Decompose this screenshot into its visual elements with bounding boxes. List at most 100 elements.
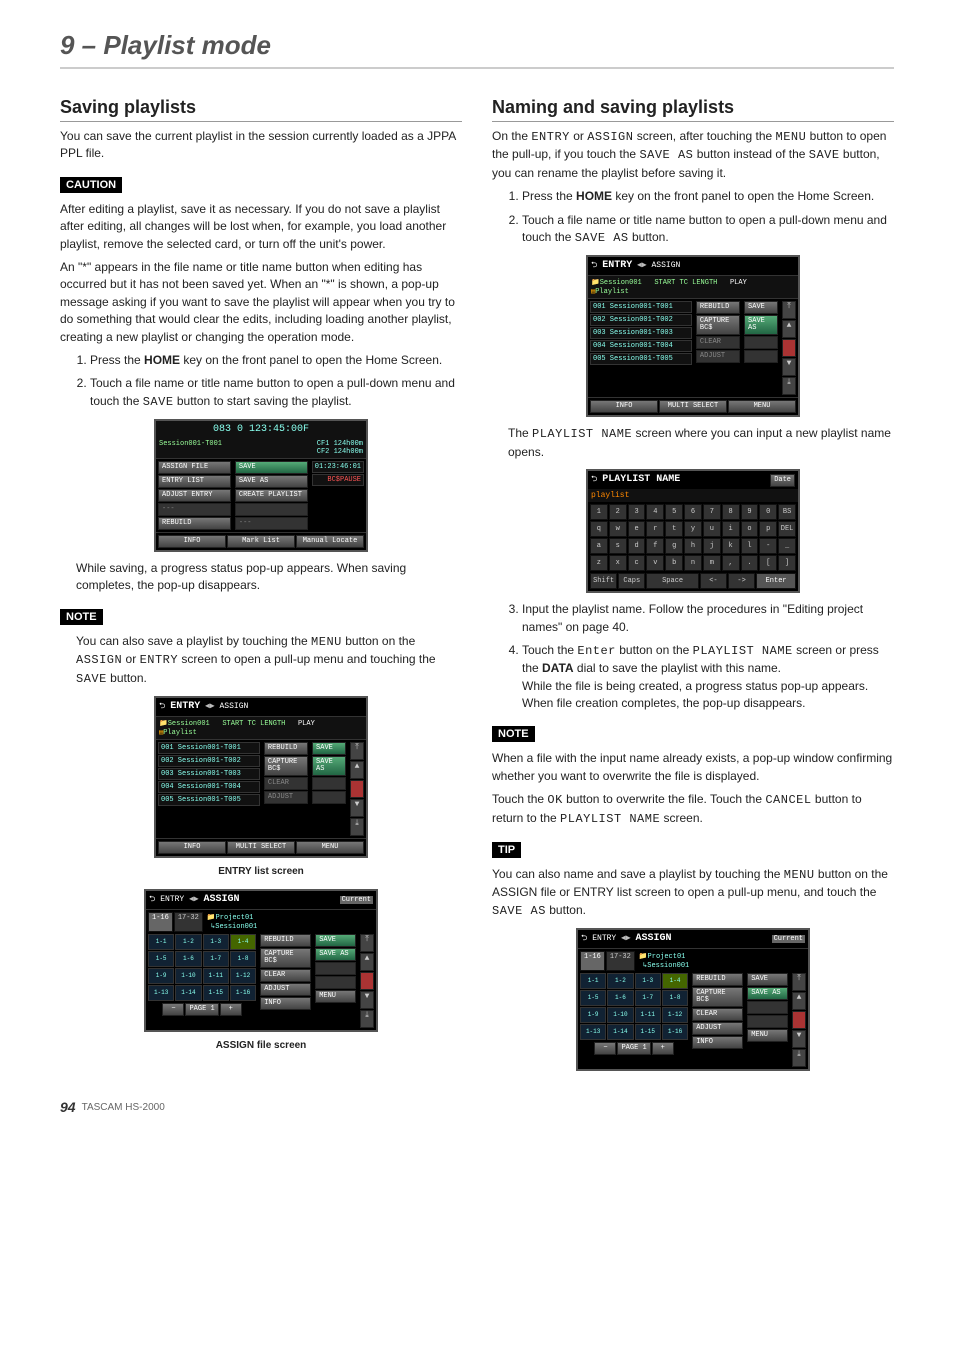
kbd-key[interactable]: o (741, 521, 759, 537)
kbd-key[interactable]: n (684, 555, 702, 571)
hs-create-pl[interactable]: CREATE PLAYLIST (235, 489, 308, 502)
kbd-key[interactable]: v (646, 555, 664, 571)
kbd-key[interactable]: e (628, 521, 646, 537)
kbd-key[interactable]: . (741, 555, 759, 571)
assign-menu[interactable]: MENU (315, 990, 356, 1003)
kbd-key[interactable]: s (609, 538, 627, 554)
kbd-key[interactable]: f (646, 538, 664, 554)
assign-cell[interactable]: 1-1 (148, 934, 174, 950)
assign-cell[interactable]: 1-14 (175, 985, 201, 1001)
scroll-thumb[interactable] (350, 780, 364, 798)
entry-row[interactable]: 003 Session001-T003 (590, 327, 692, 339)
hs-adjust-entry[interactable]: ADJUST ENTRY (158, 489, 231, 502)
hs-save[interactable]: SAVE (235, 461, 308, 474)
assign-cell[interactable]: 1-4 (230, 934, 256, 950)
kbd-key[interactable]: t (665, 521, 683, 537)
entry-row[interactable]: 004 Session001-T004 (590, 340, 692, 352)
kbd-key[interactable]: 9 (741, 504, 759, 520)
hs-save-as[interactable]: SAVE AS (235, 475, 308, 488)
scroll-bottom-icon[interactable]: ⤓ (360, 1010, 374, 1028)
kbd-key[interactable]: z (590, 555, 608, 571)
scroll-bottom-icon[interactable]: ⤓ (350, 818, 364, 836)
page-prev-icon[interactable]: − (162, 1003, 184, 1016)
entry-menu[interactable]: MENU (296, 841, 364, 854)
kbd-key[interactable]: - (759, 538, 777, 554)
scroll-down-icon[interactable]: ▼ (782, 358, 796, 376)
kbd-key[interactable]: _ (778, 538, 796, 554)
kbd-key[interactable]: r (646, 521, 664, 537)
kbd-space[interactable]: Space (646, 573, 698, 589)
kbd-key[interactable]: a (590, 538, 608, 554)
entry-adjust[interactable]: ADJUST (264, 791, 308, 804)
kbd-left-icon[interactable]: <- (700, 573, 727, 589)
tab-1-16[interactable]: 1-16 (148, 912, 173, 932)
kbd-key[interactable]: , (722, 555, 740, 571)
kbd-key[interactable]: 3 (628, 504, 646, 520)
tab-17-32[interactable]: 17-32 (174, 912, 203, 932)
scroll-up-icon[interactable]: ▲ (360, 953, 374, 971)
scroll-down-icon[interactable]: ▼ (360, 991, 374, 1009)
kbd-key[interactable]: h (684, 538, 702, 554)
entry-info[interactable]: INFO (158, 841, 226, 854)
assign-cell[interactable]: 1-3 (203, 934, 229, 950)
assign-rebuild[interactable]: REBUILD (260, 934, 311, 947)
kbd-key[interactable]: k (722, 538, 740, 554)
entry-row[interactable]: 001 Session001-T001 (158, 742, 260, 754)
kbd-caps[interactable]: Caps (618, 573, 645, 589)
assign-cell[interactable]: 1-12 (230, 968, 256, 984)
assign-cell[interactable]: 1-9 (148, 968, 174, 984)
scroll-up-icon[interactable]: ▲ (782, 320, 796, 338)
page-next-icon[interactable]: + (220, 1003, 242, 1016)
kbd-key[interactable]: c (628, 555, 646, 571)
assign-cell[interactable]: 1-7 (203, 951, 229, 967)
date-button[interactable]: Date (770, 474, 795, 487)
entry-row[interactable]: 005 Session001-T005 (590, 353, 692, 365)
entry-row[interactable]: 004 Session001-T004 (158, 781, 260, 793)
entry-saveas-hl[interactable]: SAVE AS (744, 315, 778, 335)
kbd-key[interactable]: 5 (665, 504, 683, 520)
assign-clear[interactable]: CLEAR (260, 969, 311, 982)
kbd-key[interactable]: q (590, 521, 608, 537)
kbd-key[interactable]: l (741, 538, 759, 554)
hs-manual-locate[interactable]: Manual Locate (296, 535, 364, 548)
kbd-key[interactable]: i (722, 521, 740, 537)
entry-clear[interactable]: CLEAR (264, 777, 308, 790)
entry-capture[interactable]: CAPTURE BC$ (264, 756, 308, 776)
kbd-key[interactable]: b (665, 555, 683, 571)
kbd-key[interactable]: 4 (646, 504, 664, 520)
kbd-right-icon[interactable]: -> (728, 573, 755, 589)
entry-row[interactable]: 001 Session001-T001 (590, 301, 692, 313)
kbd-enter[interactable]: Enter (756, 573, 796, 589)
kbd-key[interactable]: j (703, 538, 721, 554)
scroll-thumb[interactable] (360, 972, 374, 990)
entry-row[interactable]: 002 Session001-T002 (590, 314, 692, 326)
scroll-up-icon[interactable]: ▲ (350, 761, 364, 779)
kbd-key[interactable]: y (684, 521, 702, 537)
kbd-key[interactable]: [ (759, 555, 777, 571)
kbd-key[interactable]: w (609, 521, 627, 537)
kbd-key[interactable]: 8 (722, 504, 740, 520)
hs-assign-file[interactable]: ASSIGN FILE (158, 461, 231, 474)
kbd-key[interactable]: 2 (609, 504, 627, 520)
scroll-top-icon[interactable]: ⤒ (350, 742, 364, 760)
kbd-key[interactable]: p (759, 521, 777, 537)
name-input-field[interactable]: playlist (588, 489, 798, 502)
assign-save[interactable]: SAVE (315, 934, 356, 947)
assign-saveas[interactable]: SAVE AS (315, 948, 356, 961)
hs-rebuild[interactable]: REBUILD (158, 517, 231, 530)
assign-cell[interactable]: 1-6 (175, 951, 201, 967)
assign-cell[interactable]: 1-2 (175, 934, 201, 950)
scroll-down-icon[interactable]: ▼ (350, 799, 364, 817)
assign-cell[interactable]: 1-11 (203, 968, 229, 984)
entry-saveas[interactable]: SAVE AS (312, 756, 346, 776)
entry-row[interactable]: 005 Session001-T005 (158, 794, 260, 806)
entry-multiselect[interactable]: MULTI SELECT (227, 841, 295, 854)
kbd-key[interactable]: g (665, 538, 683, 554)
scroll-bottom-icon[interactable]: ⤓ (782, 377, 796, 395)
assign-cell[interactable]: 1-16 (230, 985, 256, 1001)
kbd-shift[interactable]: Shift (590, 573, 617, 589)
assign-cell[interactable]: 1-5 (148, 951, 174, 967)
entry-row[interactable]: 003 Session001-T003 (158, 768, 260, 780)
assign-cell[interactable]: 1-15 (203, 985, 229, 1001)
kbd-key[interactable]: DEL (778, 521, 796, 537)
